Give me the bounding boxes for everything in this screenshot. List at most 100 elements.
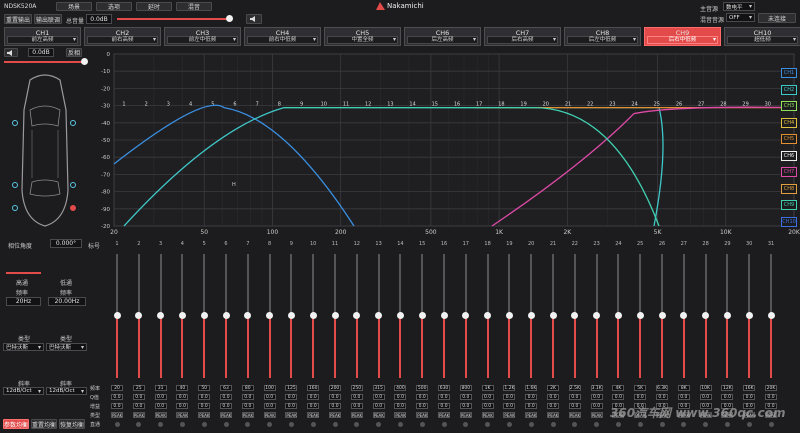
eq-gain-knob[interactable] xyxy=(702,312,710,319)
chart-band-number[interactable]: 5 xyxy=(211,102,214,108)
eq-type-select[interactable]: PEAK xyxy=(547,412,559,418)
eq-gain-value[interactable]: 0.0 xyxy=(220,403,232,409)
eq-type-select[interactable]: PEAK xyxy=(590,412,603,418)
eq-gain-track[interactable] xyxy=(552,254,554,316)
eq-bypass-toggle[interactable] xyxy=(724,422,730,427)
eq-q-value[interactable]: 0.0 xyxy=(481,394,494,400)
eq-freq-value[interactable]: 250 xyxy=(350,385,363,391)
eq-bypass-toggle[interactable] xyxy=(376,422,382,427)
eq-bypass-toggle[interactable] xyxy=(572,422,578,427)
eq-q-value[interactable]: 0.0 xyxy=(677,394,690,400)
channel-role-select[interactable]: 前右中低频 xyxy=(247,36,318,44)
eq-type-select[interactable]: PEAK xyxy=(154,412,167,418)
eq-gain-value[interactable]: 0.0 xyxy=(525,403,538,409)
chart-band-number[interactable]: 3 xyxy=(167,102,170,108)
chart-band-number[interactable]: 24 xyxy=(631,102,637,108)
eq-q-value[interactable]: 0.0 xyxy=(568,394,581,400)
eq-gain-knob[interactable] xyxy=(244,312,252,319)
chart-band-number[interactable]: 17 xyxy=(476,102,482,108)
highpass-freq-value[interactable]: 20Hz xyxy=(6,297,41,306)
eq-freq-value[interactable]: 3.1K xyxy=(590,385,603,391)
chart-band-number[interactable]: 14 xyxy=(409,102,415,108)
eq-q-value[interactable]: 0.0 xyxy=(132,394,145,400)
eq-gain-track[interactable] xyxy=(203,254,206,316)
eq-gain-track[interactable] xyxy=(290,254,293,316)
eq-gain-track[interactable] xyxy=(334,254,336,316)
eq-type-select[interactable]: PEAK xyxy=(372,412,385,418)
eq-gain-knob[interactable] xyxy=(200,312,208,319)
eq-gain-value[interactable]: 0.0 xyxy=(547,403,559,409)
eq-gain-value[interactable]: 0.0 xyxy=(372,403,385,409)
anti-phase-button[interactable]: 反相 xyxy=(66,48,82,57)
eq-bypass-toggle[interactable] xyxy=(506,422,512,427)
channel-mute-button[interactable] xyxy=(4,48,18,57)
eq-gain-track[interactable] xyxy=(704,254,707,316)
speaker-fl-icon[interactable] xyxy=(12,120,18,126)
eq-type-select[interactable]: PEAK xyxy=(307,412,320,418)
eq-bypass-toggle[interactable] xyxy=(114,422,120,427)
eq-q-value[interactable]: 0.0 xyxy=(220,394,232,400)
chart-band-number[interactable]: 15 xyxy=(432,102,438,108)
top-tab-2[interactable]: 延时 xyxy=(136,2,172,11)
eq-freq-value[interactable]: 40 xyxy=(176,385,189,391)
eq-q-value[interactable]: 0.0 xyxy=(634,394,647,400)
top-tab-3[interactable]: 混音 xyxy=(176,2,212,11)
eq-gain-value[interactable]: 0.0 xyxy=(416,403,429,409)
eq-gain-value[interactable]: 0.0 xyxy=(176,403,189,409)
eq-type-select[interactable]: PEAK xyxy=(176,412,189,418)
chart-band-number[interactable]: 2 xyxy=(145,102,148,108)
eq-gain-track[interactable] xyxy=(116,254,118,316)
eq-gain-knob[interactable] xyxy=(178,312,186,319)
eq-type-select[interactable]: PEAK xyxy=(438,412,450,418)
channel-button-8[interactable]: CH8 后左中低频 xyxy=(564,27,641,46)
bottom-button-2[interactable]: 恢复均衡 xyxy=(59,419,85,429)
eq-q-value[interactable]: 0.0 xyxy=(525,394,538,400)
eq-type-select[interactable]: PEAK xyxy=(198,412,211,418)
eq-freq-value[interactable]: 500 xyxy=(416,385,429,391)
eq-freq-value[interactable]: 125 xyxy=(285,385,298,391)
eq-bypass-toggle[interactable] xyxy=(267,422,273,427)
eq-gain-value[interactable]: 0.0 xyxy=(307,403,320,409)
lowpass-type-select[interactable]: 巴特沃斯 xyxy=(46,343,87,351)
eq-q-value[interactable]: 0.0 xyxy=(612,394,625,400)
speaker-fr-icon[interactable] xyxy=(70,120,76,126)
eq-gain-track[interactable] xyxy=(355,254,358,316)
eq-gain-knob[interactable] xyxy=(658,312,666,319)
eq-gain-track-active[interactable] xyxy=(573,316,576,378)
eq-gain-knob[interactable] xyxy=(571,312,579,319)
eq-gain-track[interactable] xyxy=(421,254,424,316)
eq-gain-value[interactable]: 0.0 xyxy=(111,403,123,409)
channel-role-select[interactable]: 前左中低频 xyxy=(167,36,238,44)
eq-gain-knob[interactable] xyxy=(462,312,470,319)
eq-type-select[interactable]: PEAK xyxy=(481,412,494,418)
eq-freq-value[interactable]: 12K xyxy=(721,385,734,391)
eq-gain-track-active[interactable] xyxy=(464,316,467,378)
eq-bypass-toggle[interactable] xyxy=(310,422,316,427)
eq-gain-track-active[interactable] xyxy=(443,316,445,378)
speaker-rr-icon[interactable] xyxy=(70,205,76,211)
eq-freq-value[interactable]: 800 xyxy=(459,385,472,391)
channel-role-select[interactable]: 中置全频 xyxy=(327,36,398,44)
eq-type-select[interactable]: PEAK xyxy=(111,412,123,418)
eq-gain-track-active[interactable] xyxy=(421,316,424,378)
chart-band-number[interactable]: 22 xyxy=(587,102,593,108)
eq-gain-knob[interactable] xyxy=(593,312,601,319)
eq-gain-track-active[interactable] xyxy=(137,316,140,378)
eq-gain-track-active[interactable] xyxy=(770,316,772,378)
eq-gain-track-active[interactable] xyxy=(355,316,358,378)
eq-type-select[interactable]: PEAK xyxy=(241,412,254,418)
eq-gain-track[interactable] xyxy=(530,254,533,316)
chart-band-number[interactable]: 18 xyxy=(498,102,504,108)
chart-band-number[interactable]: 13 xyxy=(387,102,393,108)
mute-button[interactable] xyxy=(246,14,262,24)
eq-bypass-toggle[interactable] xyxy=(768,422,774,427)
eq-gain-track-active[interactable] xyxy=(377,316,380,378)
eq-bypass-toggle[interactable] xyxy=(659,422,665,427)
eq-type-select[interactable]: PEAK xyxy=(132,412,145,418)
legend-ch9[interactable]: CH9 xyxy=(781,200,797,210)
eq-freq-value[interactable]: 160 xyxy=(307,385,320,391)
eq-type-select[interactable]: PEAK xyxy=(459,412,472,418)
eq-q-value[interactable]: 0.0 xyxy=(285,394,298,400)
channel-button-1[interactable]: CH1 前左高频 xyxy=(4,27,81,46)
eq-freq-value[interactable]: 1.2K xyxy=(503,385,516,391)
